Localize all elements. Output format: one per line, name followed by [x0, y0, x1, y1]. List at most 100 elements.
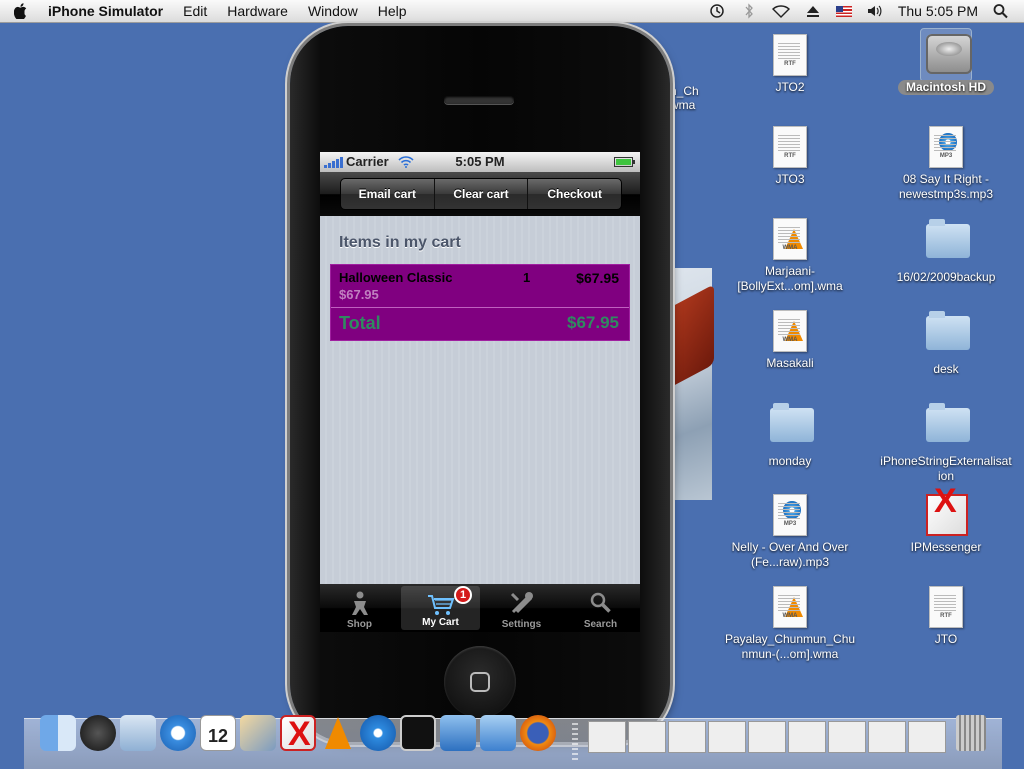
- minimized-window-6[interactable]: [788, 721, 826, 753]
- desktop-icon-jto2[interactable]: RTF JTO2: [720, 34, 860, 95]
- tab-bar: Shop 1 My Cart Settings Search: [320, 584, 640, 632]
- clear-cart-button[interactable]: Clear cart: [435, 179, 529, 209]
- earpiece-speaker: [444, 96, 514, 104]
- dock-divider: [572, 723, 578, 763]
- ipmessenger-app-icon: [926, 494, 968, 536]
- dashboard-icon[interactable]: [80, 715, 116, 751]
- file-type-tag: RTF: [784, 153, 796, 159]
- file-type-tag: RTF: [784, 61, 796, 67]
- menu-clock[interactable]: Thu 5:05 PM: [898, 3, 978, 19]
- file-type-tag: MP3: [939, 153, 953, 159]
- trash-icon[interactable]: [956, 715, 986, 751]
- desktop-icon-label: iPhoneStringExternalisation: [880, 454, 1012, 483]
- email-cart-button[interactable]: Email cart: [341, 179, 435, 209]
- wma-file-icon: WMA: [773, 310, 807, 352]
- time-machine-icon[interactable]: [708, 3, 726, 19]
- minimized-window-8[interactable]: [868, 721, 906, 753]
- finder-icon[interactable]: [40, 715, 76, 751]
- desktop-icon-macintosh-hd[interactable]: Macintosh HD: [876, 34, 1016, 95]
- desktop-icon-payalay-wma[interactable]: WMA Payalay_Chunmun_Chunmun-(...om].wma: [720, 586, 860, 662]
- cart-actions-segmented-control: Email cart Clear cart Checkout: [340, 178, 622, 210]
- desktop-icon-desk-folder[interactable]: desk: [876, 310, 1016, 377]
- vlc-icon[interactable]: [320, 715, 356, 751]
- tab-settings[interactable]: Settings: [482, 584, 561, 632]
- desktop-icon-label: JTO: [934, 632, 958, 646]
- desktop-icon-marjaani-wma[interactable]: WMA Marjaani-[BollyExt...om].wma: [720, 218, 860, 294]
- volume-icon[interactable]: [866, 3, 884, 19]
- eject-icon[interactable]: [804, 3, 822, 19]
- firefox-icon[interactable]: [520, 715, 556, 751]
- dock: 12: [24, 715, 1002, 769]
- desktop-icon-say-it-right-mp3[interactable]: MP3 08 Say It Right - newestmp3s.mp3: [876, 126, 1016, 202]
- app-name-menu[interactable]: iPhone Simulator: [48, 3, 163, 19]
- tab-my-cart[interactable]: 1 My Cart: [401, 586, 480, 630]
- minimized-window-9[interactable]: [908, 721, 946, 753]
- home-button[interactable]: [444, 646, 516, 718]
- tab-shop[interactable]: Shop: [320, 584, 399, 632]
- total-label: Total: [339, 313, 381, 333]
- input-menu-flag-icon[interactable]: [835, 5, 852, 17]
- spotlight-search-icon[interactable]: [992, 3, 1010, 19]
- wma-file-icon: WMA: [773, 218, 807, 260]
- cart-content: Items in my cart Halloween Classic 1 $67…: [320, 216, 640, 586]
- partial-label-line-1: n_Ch: [670, 84, 699, 98]
- item-quantity: 1: [523, 270, 531, 285]
- ical-icon[interactable]: 12: [200, 715, 236, 751]
- hard-drive-icon: [926, 34, 972, 74]
- desktop-icon-label: JTO2: [775, 80, 805, 94]
- iphoto-icon[interactable]: [240, 715, 276, 751]
- desktop-icon-jto[interactable]: RTF JTO: [876, 586, 1016, 647]
- mp3-file-icon: MP3: [773, 494, 807, 536]
- minimized-window-2[interactable]: [628, 721, 666, 753]
- menu-window[interactable]: Window: [308, 3, 358, 19]
- cart-badge: 1: [454, 586, 472, 604]
- home-square-icon: [470, 672, 490, 692]
- desktop-icon-monday-folder[interactable]: monday: [720, 402, 860, 469]
- battery-icon: [614, 157, 635, 167]
- row-divider: [331, 307, 629, 308]
- checkout-button[interactable]: Checkout: [528, 179, 621, 209]
- menu-hardware[interactable]: Hardware: [227, 3, 288, 19]
- cart-section-header: Items in my cart: [339, 234, 461, 251]
- xcode-icon[interactable]: [440, 715, 476, 751]
- desktop-icon-label: JTO3: [775, 172, 805, 186]
- desktop-icon-backup-folder[interactable]: 16/02/2009backup: [876, 218, 1016, 285]
- iphone-screen: Carrier 5:05 PM Email cart Clear cart Ch…: [320, 152, 640, 632]
- desktop-icon-ipmessenger[interactable]: IPMessenger: [876, 494, 1016, 555]
- menu-edit[interactable]: Edit: [183, 3, 207, 19]
- partial-desktop-label: n_Ch wma: [670, 84, 699, 112]
- desktop-icon-label: 08 Say It Right - newestmp3s.mp3: [898, 172, 994, 201]
- desktop-icon-jto3[interactable]: RTF JTO3: [720, 126, 860, 187]
- minimized-window-4[interactable]: [708, 721, 746, 753]
- tab-shop-label: Shop: [347, 619, 372, 630]
- minimized-window-1[interactable]: [588, 721, 626, 753]
- minimized-window-3[interactable]: [668, 721, 706, 753]
- folder-icon: [926, 219, 970, 258]
- desktop-icon-string-externalisation-folder[interactable]: iPhoneStringExternalisation: [876, 402, 1016, 484]
- apple-menu-icon[interactable]: [14, 3, 28, 19]
- folder-icon: [770, 403, 814, 442]
- desktop-icon-nelly-mp3[interactable]: MP3 Nelly - Over And Over (Fe...raw).mp3: [720, 494, 860, 570]
- itunes-icon[interactable]: [360, 715, 396, 751]
- minimized-window-7[interactable]: [828, 721, 866, 753]
- safari-icon[interactable]: [160, 715, 196, 751]
- terminal-icon[interactable]: [400, 715, 436, 751]
- ipmessenger-dock-icon[interactable]: [280, 715, 316, 754]
- desktop-icon-label: Macintosh HD: [897, 80, 994, 95]
- menu-help[interactable]: Help: [378, 3, 407, 19]
- tab-search[interactable]: Search: [561, 584, 640, 632]
- mp3-file-icon: MP3: [929, 126, 963, 168]
- tab-search-label: Search: [583, 619, 618, 630]
- status-time: 5:05 PM: [455, 154, 505, 169]
- minimized-window-5[interactable]: [748, 721, 786, 753]
- desktop-icon-masakali[interactable]: WMA Masakali: [720, 310, 860, 371]
- cart-icon: [427, 595, 454, 615]
- interface-builder-icon[interactable]: [480, 715, 516, 751]
- file-type-tag: WMA: [782, 613, 798, 619]
- mail-icon[interactable]: [120, 715, 156, 751]
- wifi-status-icon[interactable]: [771, 3, 790, 19]
- iphone-status-bar: Carrier 5:05 PM: [320, 152, 640, 172]
- cart-table: Halloween Classic 1 $67.95 $67.95 Total …: [330, 264, 630, 341]
- rtf-document-icon: RTF: [773, 126, 807, 168]
- bluetooth-icon[interactable]: [740, 3, 758, 19]
